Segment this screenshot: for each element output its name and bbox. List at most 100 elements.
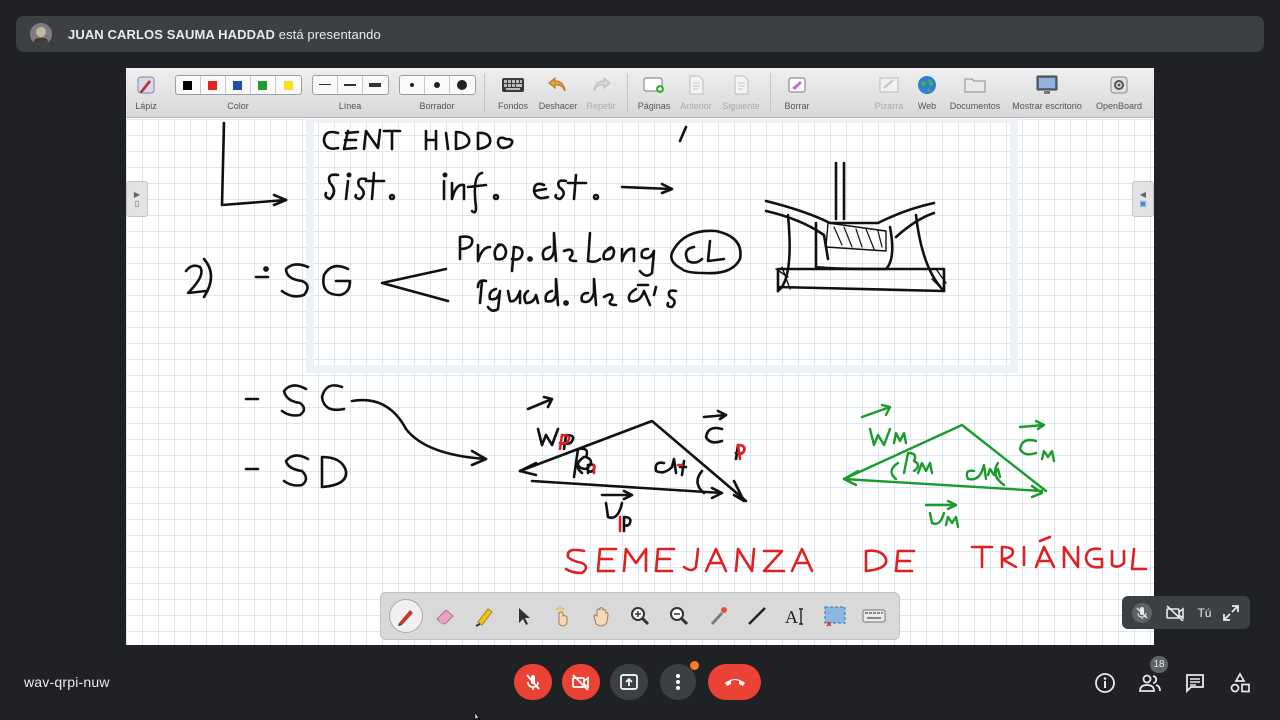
zoom-in-tool[interactable] [620,597,659,635]
pen-icon [398,610,413,626]
board-button[interactable]: Pizarra [869,68,909,118]
meeting-details-button[interactable] [1091,670,1119,696]
previous-page-button[interactable]: Anterior [674,68,718,118]
presenting-label: está presentando [275,26,381,42]
page-thumbnail-icon: ▯ [134,199,140,208]
toolbar-divider [770,73,771,113]
clear-page-label: Borrar [784,101,810,111]
notification-dot [690,661,699,670]
next-page-button[interactable]: Siguiente [718,68,764,118]
web-button[interactable]: Web [909,68,945,118]
eraser-large-option[interactable] [450,76,475,94]
capture-icon [824,606,845,627]
color-blue-swatch[interactable] [226,76,251,94]
floating-stylus-palette: A [380,592,900,640]
line-thick-option[interactable] [363,76,388,94]
leave-call-button[interactable] [708,664,761,700]
undo-label: Deshacer [538,101,578,111]
line-thin-option[interactable] [313,76,338,94]
redo-icon [590,72,612,98]
right-panel-toggle[interactable]: ◀ ▣ [1132,181,1154,217]
color-red-swatch[interactable] [201,76,226,94]
openboard-menu-button[interactable]: OpenBoard [1089,68,1149,118]
color-label: Color [227,101,249,111]
undo-button[interactable]: Deshacer [535,68,581,118]
line-medium-option[interactable] [338,76,363,94]
self-view-tile[interactable]: Tú [1122,596,1250,629]
zoom-out-tool[interactable] [659,597,698,635]
highlighter-tool[interactable] [464,597,503,635]
color-group: Color [172,68,304,118]
self-view-label: Tú [1197,605,1212,620]
line-width-options [311,75,389,95]
interact-icon [554,606,567,627]
presenter-avatar [30,23,52,45]
eraser-tool[interactable] [425,597,464,635]
capture-tool[interactable] [815,597,854,635]
redo-button[interactable]: Repetir [581,68,621,118]
chat-button[interactable] [1181,670,1209,696]
expand-right-icon: ▶ [133,190,141,199]
zoom-in-icon [630,607,649,626]
line-width-group: Línea [310,68,390,118]
presenter-name: JUAN CARLOS SAUMA HADDAD [68,26,276,42]
chat-icon [1186,674,1204,694]
toggle-mic-button[interactable] [514,664,552,700]
shared-screen: Lápiz Color Línea Borrador Fondos Deshac… [126,68,1154,645]
keyboard-icon [501,72,525,98]
color-yellow-swatch[interactable] [276,76,301,94]
virtual-keyboard-icon [862,609,885,623]
folder-icon [963,72,987,98]
clear-page-button[interactable]: Borrar [777,68,817,118]
selector-tool[interactable] [503,597,542,635]
hang-up-icon [724,679,745,686]
people-icon [1139,674,1161,692]
openboard-menu-label: OpenBoard [1095,101,1143,111]
undo-icon [547,72,569,98]
red-ink-strokes [558,433,1148,575]
whiteboard-canvas[interactable]: ▶ ▯ ◀ ▣ [126,119,1154,645]
line-tool[interactable] [737,597,776,635]
next-page-icon [731,72,751,98]
highlighter-icon [475,608,493,627]
toggle-camera-button[interactable] [562,664,600,700]
eraser-medium-option[interactable] [425,76,450,94]
board-icon [878,72,900,98]
present-screen-button[interactable] [610,664,648,700]
text-tool[interactable]: A [776,597,815,635]
people-button[interactable] [1136,670,1164,696]
pages-button[interactable]: Páginas [634,68,674,118]
backgrounds-label: Fondos [497,101,529,111]
virtual-keyboard-tool[interactable] [854,597,893,635]
documents-button[interactable]: Documentos [945,68,1005,118]
eraser-size-options [398,75,476,95]
previous-page-icon [686,72,706,98]
expand-icon[interactable] [1222,604,1240,622]
green-ink-strokes [842,403,1056,529]
black-ink-strokes [184,121,947,533]
present-icon [620,674,638,690]
camera-off-icon [1166,604,1185,622]
backgrounds-button[interactable]: Fondos [491,68,535,118]
meeting-code: wav-qrpi-nuw [24,674,110,690]
color-black-swatch[interactable] [176,76,201,94]
pages-label: Páginas [637,101,671,111]
laser-pointer-tool[interactable] [698,597,737,635]
show-desktop-button[interactable]: Mostrar escritorio [1005,68,1089,118]
interact-tool[interactable] [542,597,581,635]
line-label: Línea [338,101,362,111]
eraser-small-option[interactable] [400,76,425,94]
eraser-label: Borrador [419,101,455,111]
board-label: Pizarra [874,101,904,111]
pen-tool[interactable] [389,599,423,633]
more-options-button[interactable] [660,661,699,700]
zoom-out-icon [669,607,688,626]
web-label: Web [917,101,937,111]
hand-tool[interactable] [581,597,620,635]
left-panel-toggle[interactable]: ▶ ▯ [126,181,148,217]
desktop-icon [1035,72,1059,98]
eraser-size-group: Borrador [396,68,478,118]
activities-button[interactable] [1226,670,1254,696]
pencil-tool-button[interactable]: Lápiz [126,68,166,118]
color-green-swatch[interactable] [251,76,276,94]
